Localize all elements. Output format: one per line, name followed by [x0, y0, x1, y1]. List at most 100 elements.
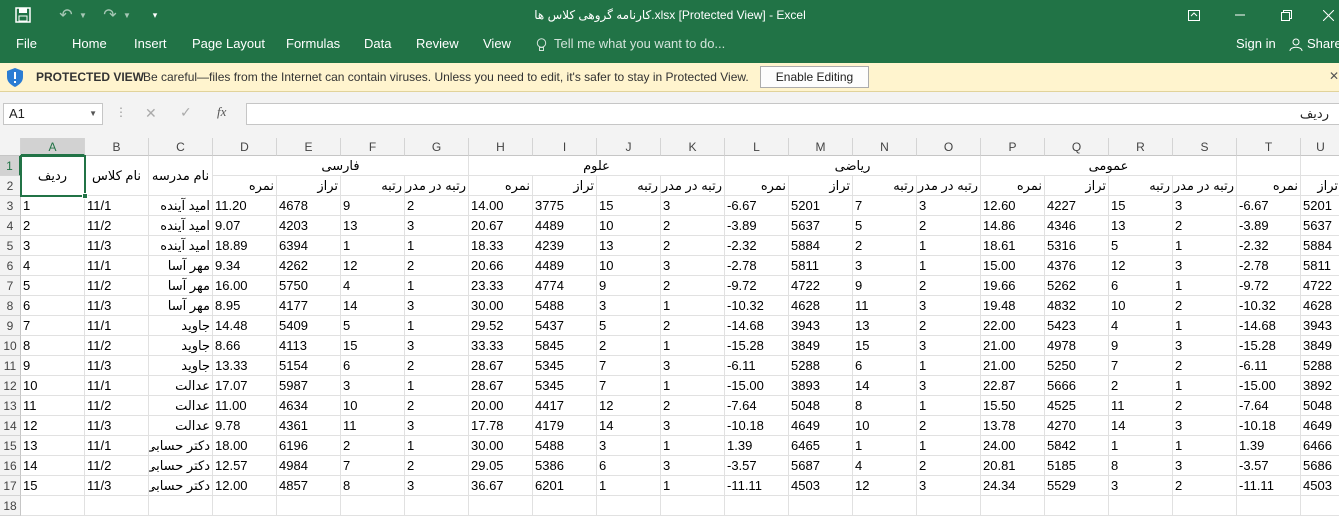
table-cell[interactable]: 4489	[533, 216, 597, 236]
table-cell[interactable]: 7	[341, 456, 405, 476]
table-cell[interactable]: 10	[341, 396, 405, 416]
header-school-name[interactable]: نام مدرسه	[149, 156, 213, 196]
header-taraz[interactable]: تراز	[1301, 176, 1339, 196]
table-cell[interactable]: 2	[661, 396, 725, 416]
table-cell[interactable]: 11	[1109, 396, 1173, 416]
table-cell[interactable]: 1	[1173, 276, 1237, 296]
table-cell[interactable]: 2	[917, 456, 981, 476]
row-header-16[interactable]: 16	[0, 456, 21, 476]
table-cell[interactable]: 20.81	[981, 456, 1045, 476]
column-header-k[interactable]: K	[661, 138, 725, 156]
cell-t1[interactable]	[1237, 156, 1301, 176]
row-header-10[interactable]: 10	[0, 336, 21, 356]
table-cell[interactable]: عدالت	[149, 396, 213, 416]
empty-cell[interactable]	[1173, 496, 1237, 516]
table-cell[interactable]: 2	[1109, 376, 1173, 396]
table-cell[interactable]: 17.07	[213, 376, 277, 396]
table-cell[interactable]: جاوید	[149, 316, 213, 336]
column-header-g[interactable]: G	[405, 138, 469, 156]
column-header-j[interactable]: J	[597, 138, 661, 156]
table-cell[interactable]: 10	[1109, 296, 1173, 316]
table-cell[interactable]: 3892	[1301, 376, 1339, 396]
table-cell[interactable]: 3	[21, 236, 85, 256]
table-cell[interactable]: 3	[405, 216, 469, 236]
table-cell[interactable]: -15.00	[1237, 376, 1301, 396]
table-cell[interactable]: 4239	[533, 236, 597, 256]
empty-cell[interactable]	[917, 496, 981, 516]
table-cell[interactable]: 5842	[1045, 436, 1109, 456]
table-cell[interactable]: 5	[21, 276, 85, 296]
table-cell[interactable]: 11	[853, 296, 917, 316]
chevron-down-icon[interactable]: ▼	[122, 0, 132, 31]
column-header-p[interactable]: P	[981, 138, 1045, 156]
table-cell[interactable]: 4984	[277, 456, 341, 476]
table-cell[interactable]: 2	[1173, 476, 1237, 496]
table-cell[interactable]: 5884	[1301, 236, 1339, 256]
table-cell[interactable]: 2	[1173, 216, 1237, 236]
table-cell[interactable]: 30.00	[469, 296, 533, 316]
table-cell[interactable]: 3	[661, 196, 725, 216]
table-cell[interactable]: -14.68	[1237, 316, 1301, 336]
table-cell[interactable]: 9.78	[213, 416, 277, 436]
table-cell[interactable]: 1	[917, 236, 981, 256]
fill-handle[interactable]	[82, 193, 88, 199]
table-cell[interactable]: 1	[661, 436, 725, 456]
table-cell[interactable]: 5666	[1045, 376, 1109, 396]
table-cell[interactable]: -10.18	[725, 416, 789, 436]
table-cell[interactable]: 1	[917, 256, 981, 276]
header-rotbeh-madreseh[interactable]: رتبه در مدرسه	[661, 176, 725, 196]
table-cell[interactable]: 7	[1109, 356, 1173, 376]
table-cell[interactable]: 4628	[1301, 296, 1339, 316]
table-cell[interactable]: -3.57	[1237, 456, 1301, 476]
table-cell[interactable]: 3	[1173, 196, 1237, 216]
column-header-l[interactable]: L	[725, 138, 789, 156]
header-radif[interactable]: ردیف	[21, 156, 85, 196]
table-cell[interactable]: 2	[405, 356, 469, 376]
table-cell[interactable]: -15.00	[725, 376, 789, 396]
table-cell[interactable]: 4525	[1045, 396, 1109, 416]
table-cell[interactable]: -6.67	[1237, 196, 1301, 216]
table-cell[interactable]: 2	[1173, 356, 1237, 376]
tab-formulas[interactable]: Formulas	[286, 31, 340, 63]
table-cell[interactable]: 11/1	[85, 256, 149, 276]
table-cell[interactable]: 33.33	[469, 336, 533, 356]
cell-u1[interactable]	[1301, 156, 1339, 176]
table-cell[interactable]: 5345	[533, 376, 597, 396]
column-header-a[interactable]: A	[21, 138, 85, 156]
table-cell[interactable]: 1.39	[1237, 436, 1301, 456]
table-cell[interactable]: -2.32	[725, 236, 789, 256]
table-cell[interactable]: 5288	[1301, 356, 1339, 376]
table-cell[interactable]: 3	[917, 336, 981, 356]
table-cell[interactable]: 5	[1109, 236, 1173, 256]
table-cell[interactable]: 3	[405, 476, 469, 496]
table-cell[interactable]: 15.50	[981, 396, 1045, 416]
empty-cell[interactable]	[85, 496, 149, 516]
column-header-t[interactable]: T	[1237, 138, 1301, 156]
row-header-13[interactable]: 13	[0, 396, 21, 416]
table-cell[interactable]: 28.67	[469, 376, 533, 396]
table-cell[interactable]: 2	[853, 236, 917, 256]
tab-insert[interactable]: Insert	[134, 31, 167, 63]
table-cell[interactable]: 5529	[1045, 476, 1109, 496]
table-cell[interactable]: 5288	[789, 356, 853, 376]
table-cell[interactable]: 4628	[789, 296, 853, 316]
table-cell[interactable]: 1	[661, 476, 725, 496]
table-cell[interactable]: 24.00	[981, 436, 1045, 456]
table-cell[interactable]: 16.00	[213, 276, 277, 296]
table-cell[interactable]: 5750	[277, 276, 341, 296]
table-cell[interactable]: 11.00	[213, 396, 277, 416]
empty-cell[interactable]	[341, 496, 405, 516]
table-cell[interactable]: 13	[1109, 216, 1173, 236]
table-cell[interactable]: 4857	[277, 476, 341, 496]
table-cell[interactable]: 11/1	[85, 316, 149, 336]
tab-view[interactable]: View	[483, 31, 511, 63]
table-cell[interactable]: 12	[341, 256, 405, 276]
table-cell[interactable]: 24.34	[981, 476, 1045, 496]
table-cell[interactable]: 5811	[1301, 256, 1339, 276]
empty-cell[interactable]	[469, 496, 533, 516]
row-header-14[interactable]: 14	[0, 416, 21, 436]
table-cell[interactable]: 5048	[1301, 396, 1339, 416]
table-cell[interactable]: 2	[661, 216, 725, 236]
table-cell[interactable]: 8	[1109, 456, 1173, 476]
table-cell[interactable]: 5345	[533, 356, 597, 376]
